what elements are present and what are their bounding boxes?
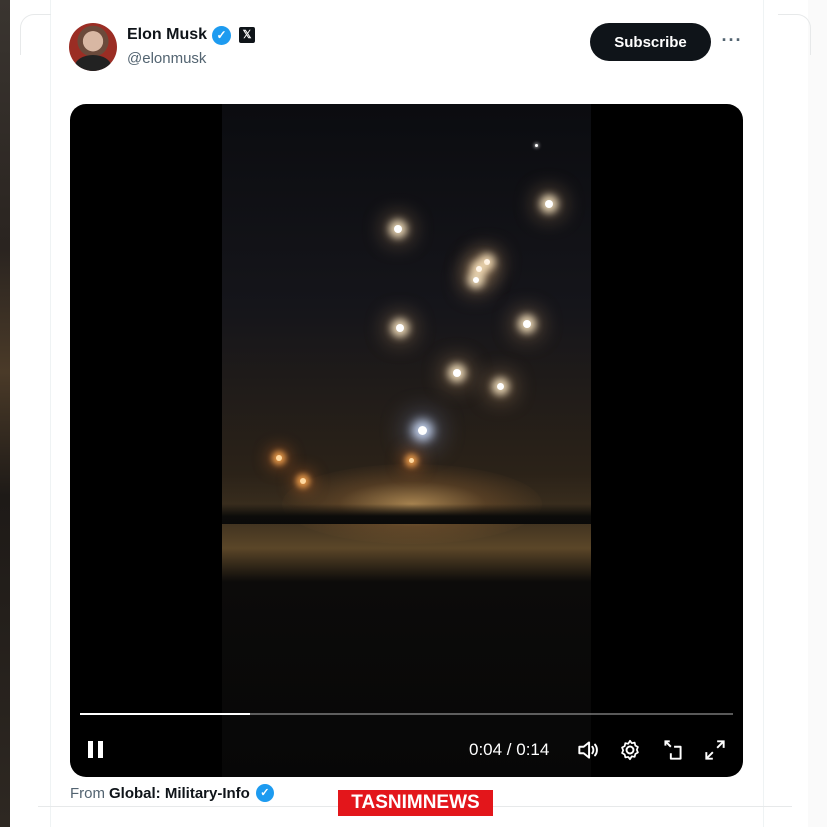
sky-light bbox=[523, 320, 531, 328]
video-attribution: From Global: Military-Info ✓ bbox=[70, 784, 274, 802]
author-handle[interactable]: @elonmusk bbox=[127, 50, 206, 67]
tasnimnews-watermark: TASNIMNEWS bbox=[338, 790, 493, 816]
pause-icon[interactable] bbox=[84, 738, 108, 762]
subscribe-button[interactable]: Subscribe bbox=[590, 23, 711, 61]
sky-light bbox=[300, 478, 306, 484]
background-card-corner bbox=[778, 14, 811, 55]
background-card-corner bbox=[20, 14, 51, 55]
sky-light bbox=[545, 200, 553, 208]
video-progress-bar[interactable] bbox=[80, 713, 733, 715]
video-frame bbox=[222, 104, 591, 777]
background-edge bbox=[808, 0, 827, 827]
avatar[interactable] bbox=[69, 23, 117, 71]
sky-light bbox=[409, 458, 414, 463]
video-progress-fill bbox=[80, 713, 250, 715]
sky-light bbox=[476, 266, 482, 272]
x-affiliate-icon[interactable]: 𝕏 bbox=[239, 27, 256, 43]
fullscreen-icon[interactable] bbox=[702, 737, 728, 763]
sky-light bbox=[453, 369, 461, 377]
sky-light bbox=[473, 277, 479, 283]
verified-badge-icon: ✓ bbox=[255, 784, 274, 802]
sky-light bbox=[276, 455, 282, 461]
horizon-treeline bbox=[222, 504, 591, 524]
settings-icon[interactable] bbox=[617, 737, 643, 763]
sky-light bbox=[394, 225, 402, 233]
sky-light bbox=[396, 324, 404, 332]
attribution-prefix: From bbox=[70, 784, 105, 802]
sky-light bbox=[497, 383, 504, 390]
avatar-figure bbox=[75, 55, 111, 71]
video-player[interactable]: 0:04 / 0:14 bbox=[70, 104, 743, 777]
author-name[interactable]: Elon Musk bbox=[127, 26, 207, 44]
more-options-icon[interactable]: ··· bbox=[718, 28, 746, 56]
verified-badge-icon[interactable]: ✓ bbox=[212, 25, 232, 45]
sky-light bbox=[484, 259, 490, 265]
sky-light bbox=[418, 426, 427, 435]
video-time: 0:04 / 0:14 bbox=[469, 740, 550, 759]
author-name-row: Elon Musk ✓ 𝕏 bbox=[127, 24, 256, 46]
attribution-source-link[interactable]: Global: Military-Info bbox=[109, 785, 250, 802]
picture-in-picture-icon[interactable] bbox=[660, 737, 686, 763]
volume-icon[interactable] bbox=[575, 737, 601, 763]
background-photo-edge bbox=[0, 0, 10, 827]
sky-light bbox=[535, 144, 538, 147]
